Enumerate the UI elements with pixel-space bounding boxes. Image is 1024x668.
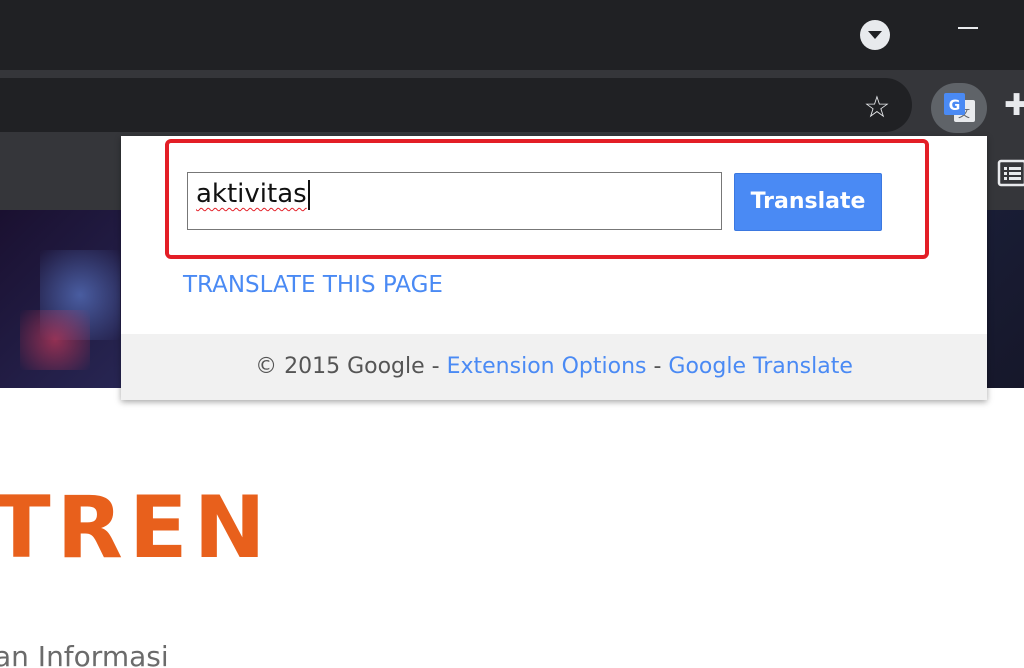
minimize-icon: [958, 27, 978, 29]
translate-button[interactable]: Translate: [734, 173, 882, 231]
copyright-text: © 2015 Google -: [255, 354, 447, 379]
reader-mode-icon[interactable]: [997, 158, 1024, 188]
extensions-puzzle-icon[interactable]: ✚: [1004, 88, 1024, 124]
popup-footer: © 2015 Google - Extension Options - Goog…: [121, 334, 987, 400]
bookmark-star-icon[interactable]: ☆: [860, 91, 894, 125]
tab-search-chevron-down-icon[interactable]: [860, 20, 890, 50]
footer-separator: -: [646, 354, 669, 379]
text-caret: [307, 179, 310, 210]
address-bar[interactable]: [0, 78, 912, 132]
extension-options-link[interactable]: Extension Options: [447, 354, 647, 379]
screen: ☆ 文 G ✚ TREN an Informasi aktivitas Tran…: [0, 0, 1024, 668]
google-translate-link[interactable]: Google Translate: [668, 354, 852, 379]
footer-text: © 2015 Google - Extension Options - Goog…: [121, 334, 987, 400]
input-value: aktivitas: [196, 179, 307, 209]
google-translate-icon: 文 G: [944, 93, 975, 122]
translate-this-page-link[interactable]: TRANSLATE THIS PAGE: [183, 272, 443, 298]
site-tagline: an Informasi: [0, 640, 169, 668]
site-logo[interactable]: TREN: [0, 478, 272, 578]
translate-text-input[interactable]: aktivitas: [187, 172, 722, 230]
browser-title-bar: [0, 0, 1024, 70]
svg-text:G: G: [949, 98, 961, 114]
google-translate-popup: aktivitas Translate TRANSLATE THIS PAGE …: [121, 136, 987, 400]
hero-glow: [20, 310, 90, 370]
minimize-button[interactable]: [940, 14, 1000, 44]
